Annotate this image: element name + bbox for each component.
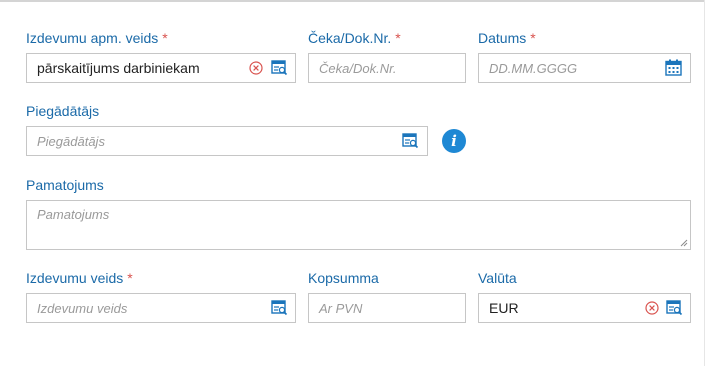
total-field[interactable]: Ar PVN: [308, 293, 466, 323]
total-label: Kopsumma: [308, 270, 379, 286]
expense-type-placeholder: Izdevumu veids: [37, 301, 128, 316]
justification-textarea[interactable]: Pamatojums: [26, 200, 691, 250]
currency-label: Valūta: [478, 270, 517, 286]
supplier-label: Piegādātājs: [26, 103, 100, 119]
info-icon-glyph: i: [451, 132, 457, 150]
clear-icon[interactable]: [645, 301, 659, 315]
expense-report-type-field[interactable]: pārskaitījums darbiniekam: [26, 53, 296, 83]
supplier-placeholder: Piegādātājs: [37, 134, 105, 149]
required-mark: *: [162, 30, 168, 46]
expense-type-label: Izdevumu veids *: [26, 270, 133, 286]
receipt-number-placeholder: Čeka/Dok.Nr.: [319, 61, 397, 76]
date-field[interactable]: DD.MM.GGGG: [478, 53, 691, 83]
lookup-list-icon[interactable]: [666, 300, 683, 316]
expense-report-type-value: pārskaitījums darbiniekam: [37, 60, 200, 76]
top-divider: [0, 0, 705, 2]
receipt-number-label: Čeka/Dok.Nr. *: [308, 30, 401, 46]
currency-field[interactable]: EUR: [478, 293, 691, 323]
lookup-list-icon[interactable]: [271, 300, 288, 316]
date-placeholder: DD.MM.GGGG: [489, 61, 578, 76]
supplier-field[interactable]: Piegādātājs: [26, 126, 428, 156]
currency-value: EUR: [489, 300, 519, 316]
receipt-number-field[interactable]: Čeka/Dok.Nr.: [308, 53, 466, 83]
lookup-list-icon[interactable]: [402, 133, 419, 149]
required-mark: *: [530, 30, 536, 46]
expense-type-field[interactable]: Izdevumu veids: [26, 293, 296, 323]
justification-placeholder: Pamatojums: [37, 207, 110, 222]
resize-handle-icon[interactable]: [680, 239, 688, 247]
date-label: Datums *: [478, 30, 536, 46]
required-mark: *: [395, 30, 401, 46]
info-icon[interactable]: i: [442, 129, 466, 153]
justification-label: Pamatojums: [26, 177, 104, 193]
clear-icon[interactable]: [249, 61, 263, 75]
calendar-icon[interactable]: [665, 59, 682, 76]
required-mark: *: [127, 270, 133, 286]
expense-report-type-label: Izdevumu apm. veids *: [26, 30, 168, 46]
lookup-list-icon[interactable]: [271, 60, 288, 76]
total-placeholder: Ar PVN: [319, 301, 363, 316]
